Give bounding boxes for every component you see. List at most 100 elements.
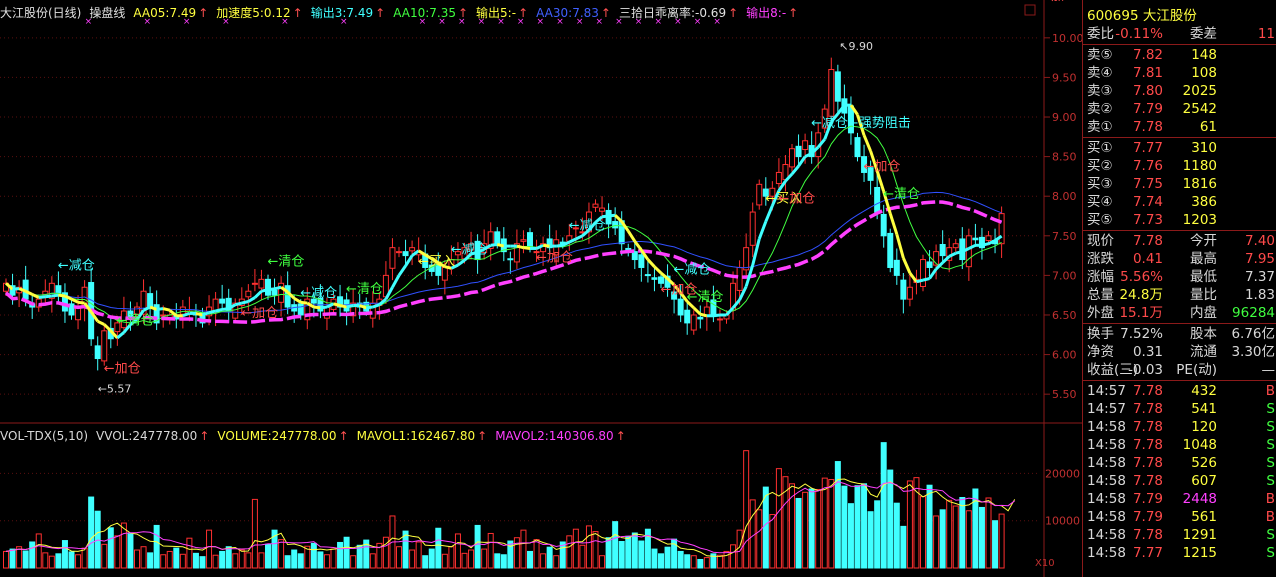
ma5-segment bbox=[234, 301, 243, 307]
candle-body bbox=[265, 278, 271, 296]
quote-panel: 600695 大江股份 委比 -0.11% 委差 11 卖⑤ 7.82 148 卖④ 7.81 10… bbox=[1082, 0, 1276, 577]
up-arrow-icon: ↑ bbox=[477, 429, 488, 443]
divider bbox=[1083, 137, 1276, 138]
volume-bar bbox=[585, 525, 592, 569]
tick-row: 14:58 7.78 607 S bbox=[1083, 472, 1276, 490]
volume-bar bbox=[238, 549, 245, 569]
ma5-segment bbox=[922, 277, 930, 282]
ma5-segment bbox=[267, 287, 275, 292]
candle-body bbox=[297, 303, 304, 316]
weicha-value: 11 bbox=[1257, 26, 1275, 42]
stat-value: 7.40 bbox=[1244, 233, 1275, 249]
volume-bar bbox=[540, 553, 547, 569]
volume-bar bbox=[9, 548, 16, 569]
volume-bar bbox=[61, 540, 68, 569]
volume-bar bbox=[396, 546, 402, 569]
tick-time: 14:57 bbox=[1087, 401, 1126, 417]
tick-row: 14:58 7.78 1048 S bbox=[1083, 436, 1276, 454]
ask-row: 卖④ 7.81 108 bbox=[1083, 64, 1276, 82]
tick-volume: 120 bbox=[1191, 419, 1217, 435]
ask-label: 卖② bbox=[1087, 101, 1113, 117]
candle-body bbox=[684, 309, 691, 324]
volume-bar bbox=[533, 539, 540, 569]
ask-label: 卖① bbox=[1087, 119, 1113, 135]
bid-row: 买④ 7.74 386 bbox=[1083, 193, 1276, 211]
volume-bar bbox=[795, 497, 802, 569]
stat-row: 总量 24.8万 量比 1.83 bbox=[1083, 286, 1276, 304]
price-tick-label: 5.50 bbox=[1052, 388, 1077, 401]
weicha-label: 委差 bbox=[1190, 26, 1217, 42]
candle-body bbox=[251, 282, 258, 285]
ma5-segment bbox=[862, 134, 872, 152]
candle-body bbox=[920, 259, 926, 287]
kline-chart[interactable]: 10.00 9.50 9.00 8.50 8.00 7.50 7.00 6.50 6.00 5.5… bbox=[0, 0, 1082, 577]
candle-body bbox=[775, 171, 782, 185]
volume-bar bbox=[48, 555, 55, 569]
stat-value: 7.37 bbox=[1244, 269, 1275, 285]
volume-bar bbox=[553, 555, 560, 569]
volume-bar bbox=[448, 546, 455, 569]
candle-body bbox=[677, 298, 684, 316]
tick-time: 14:58 bbox=[1087, 419, 1126, 435]
candle-body bbox=[507, 258, 514, 261]
header-item: AA30:7.83 bbox=[536, 6, 599, 20]
volume-bar bbox=[147, 552, 154, 569]
bid-price: 7.77 bbox=[1132, 140, 1163, 156]
volume-bar bbox=[278, 539, 285, 569]
tick-volume: 2448 bbox=[1182, 491, 1217, 507]
volume-bar bbox=[232, 553, 239, 569]
ma5-segment bbox=[241, 300, 249, 305]
ma5-segment bbox=[981, 242, 989, 247]
ma5-segment bbox=[457, 259, 466, 267]
ma5-segment bbox=[490, 243, 498, 247]
candle-body bbox=[795, 145, 802, 158]
tick-row: 14:58 7.77 1215 S bbox=[1083, 544, 1276, 562]
candle-body bbox=[219, 298, 226, 304]
stat-label: 最高 bbox=[1190, 251, 1217, 267]
up-arrow-icon: ↑ bbox=[198, 6, 209, 20]
volume-bar bbox=[743, 450, 750, 569]
volume-bar bbox=[330, 548, 337, 569]
volume-bar bbox=[631, 532, 638, 569]
volume-bar bbox=[867, 511, 874, 569]
tick-side: S bbox=[1266, 545, 1275, 561]
volume-bar bbox=[337, 541, 344, 569]
price-tick-label: 8.50 bbox=[1052, 151, 1077, 164]
volume-bar bbox=[959, 497, 966, 569]
bid-price: 7.74 bbox=[1132, 194, 1163, 210]
volume-bar bbox=[677, 550, 684, 569]
header-item: AA05:7.49 bbox=[133, 6, 197, 20]
volume-bar bbox=[808, 488, 815, 569]
ma5-segment bbox=[208, 309, 216, 315]
tick-row: 14:58 7.79 2448 B bbox=[1083, 490, 1276, 508]
volume-bar bbox=[3, 550, 9, 569]
candle-body bbox=[94, 345, 101, 360]
volume-bar bbox=[55, 553, 62, 569]
bid-row: 买③ 7.75 1816 bbox=[1083, 175, 1276, 193]
high-marker: ↖9.90 bbox=[839, 40, 873, 53]
volume-bar bbox=[284, 555, 291, 569]
tick-volume: 607 bbox=[1191, 473, 1217, 489]
candle-body bbox=[697, 316, 704, 320]
volume-bar bbox=[127, 533, 134, 569]
ma5-segment bbox=[116, 331, 125, 340]
signal-label: ←清仓 bbox=[346, 282, 383, 297]
ma5-segment bbox=[97, 319, 105, 326]
ma5-segment bbox=[757, 221, 768, 240]
price-tick-label: 6.00 bbox=[1052, 349, 1077, 362]
header-item: 输出5:- bbox=[476, 6, 517, 20]
signal-label: ←减仓 bbox=[451, 242, 488, 257]
ma5-segment bbox=[614, 214, 623, 223]
volume-header-item: VOLUME:247778.00 bbox=[217, 429, 337, 443]
volume-header-item: VVOL:247778.00 bbox=[96, 429, 198, 443]
candle-body bbox=[893, 259, 900, 276]
header-item: 输出3:7.49 bbox=[310, 6, 374, 20]
volume-bar bbox=[605, 537, 612, 569]
tick-time: 14:58 bbox=[1087, 437, 1126, 453]
candle-body bbox=[592, 203, 599, 208]
volume-bar bbox=[703, 557, 710, 569]
candle-body bbox=[389, 247, 396, 269]
volume-bar bbox=[494, 553, 501, 569]
volume-bar bbox=[579, 544, 586, 569]
tick-volume: 561 bbox=[1191, 509, 1217, 525]
